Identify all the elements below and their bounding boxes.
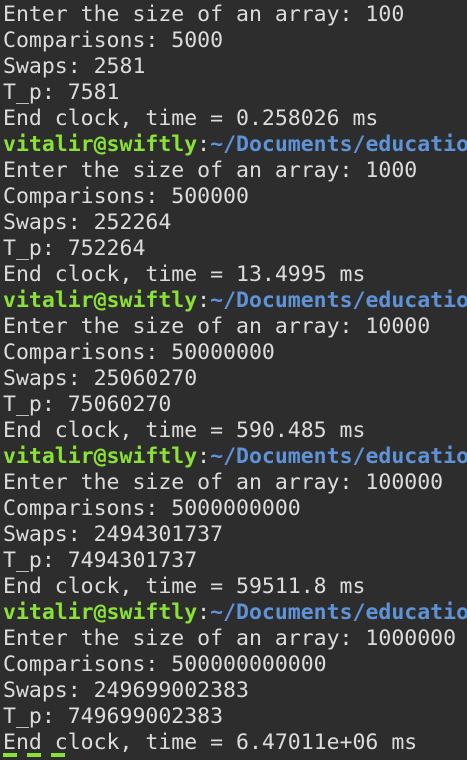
output-line-time: End clock, time = 0.258026 ms [3,106,379,131]
prompt-separator: : [197,132,211,157]
terminal-window[interactable]: Enter the size of an array: 100 Comparis… [0,0,467,760]
prompt-path: ~/Documents/educatio [210,600,467,625]
output-line-swaps: Swaps: 252264 [3,210,172,235]
prompt-separator: : [197,444,211,469]
glyph-fragment [3,753,17,757]
output-line-input: Enter the size of an array: 100 [3,2,405,27]
output-line-swaps: Swaps: 2581 [3,54,146,79]
prompt-user-host: vitalir@swiftly [3,600,198,625]
shell-prompt: vitalir@swiftly:~/Documents/educatio [3,132,467,158]
output-line-tp: T_p: 75060270 [3,392,172,417]
prompt-separator: : [197,288,211,313]
prompt-path: ~/Documents/educatio [210,132,467,157]
output-line-tp: T_p: 749699002383 [3,704,224,729]
output-line-comparisons: Comparisons: 5000000000 [3,496,301,521]
output-line-time: End clock, time = 13.4995 ms [3,262,366,287]
output-line-time: End clock, time = 6.47011e+06 ms [3,730,418,755]
output-line-swaps: Swaps: 25060270 [3,366,198,391]
prompt-user-host: vitalir@swiftly [3,132,198,157]
output-line-comparisons: Comparisons: 500000000000 [3,652,327,677]
shell-prompt: vitalir@swiftly:~/Documents/educatio [3,600,467,626]
output-line-tp: T_p: 7494301737 [3,548,198,573]
output-line-comparisons: Comparisons: 50000000 [3,340,275,365]
output-line-time: End clock, time = 590.485 ms [3,418,366,443]
glyph-fragment [27,753,41,757]
output-line-comparisons: Comparisons: 5000 [3,28,224,53]
prompt-path: ~/Documents/educatio [210,288,467,313]
prompt-path: ~/Documents/educatio [210,444,467,469]
output-line-input: Enter the size of an array: 1000000 [3,626,457,651]
cut-off-prompt [3,753,65,757]
output-line-input: Enter the size of an array: 100000 [3,470,444,495]
shell-prompt: vitalir@swiftly:~/Documents/educatio [3,444,467,470]
prompt-user-host: vitalir@swiftly [3,444,198,469]
output-line-tp: T_p: 7581 [3,80,120,105]
output-line-swaps: Swaps: 249699002383 [3,678,249,703]
output-line-tp: T_p: 752264 [3,236,146,261]
glyph-fragment [51,753,65,757]
output-line-input: Enter the size of an array: 10000 [3,314,431,339]
output-line-swaps: Swaps: 2494301737 [3,522,224,547]
shell-prompt: vitalir@swiftly:~/Documents/educatio [3,288,467,314]
output-line-input: Enter the size of an array: 1000 [3,158,418,183]
prompt-user-host: vitalir@swiftly [3,288,198,313]
output-line-time: End clock, time = 59511.8 ms [3,574,366,599]
output-line-comparisons: Comparisons: 500000 [3,184,249,209]
prompt-separator: : [197,600,211,625]
